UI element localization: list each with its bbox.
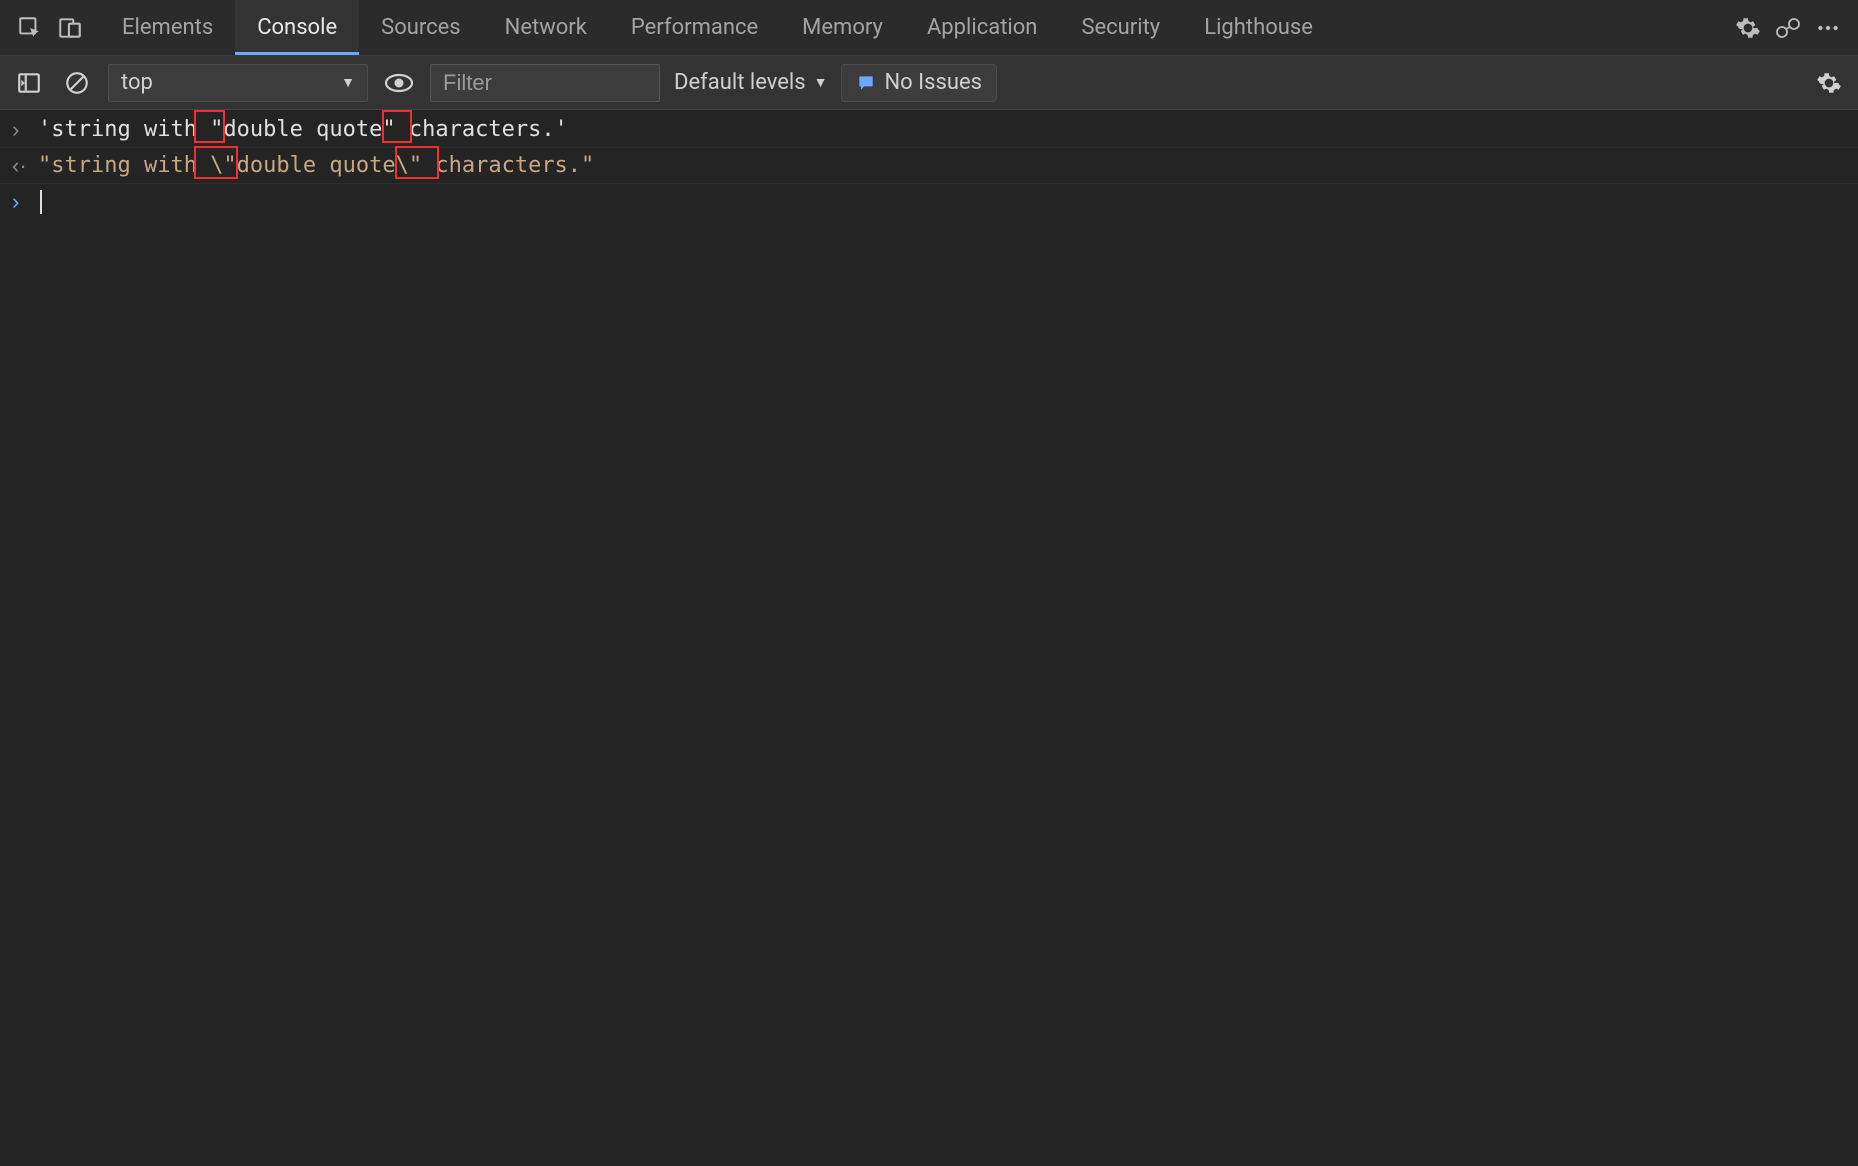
annotation-highlight — [194, 110, 224, 143]
console-output-row: ‹· "string with \"double quote\" charact… — [0, 148, 1858, 184]
tab-sources[interactable]: Sources — [359, 0, 483, 55]
output-arrow-icon: ‹· — [12, 149, 38, 182]
live-expression-icon[interactable] — [382, 66, 416, 100]
console-output-text: "string with \"double quote\" characters… — [38, 149, 594, 182]
console-settings-gear-icon[interactable] — [1812, 66, 1846, 100]
annotation-highlight — [194, 146, 238, 179]
filter-input[interactable] — [430, 64, 660, 102]
devtools-tabs: Elements Console Sources Network Perform… — [100, 0, 1335, 55]
devtools-tabbar: Elements Console Sources Network Perform… — [0, 0, 1858, 56]
tab-console[interactable]: Console — [235, 0, 359, 55]
execution-context-value: top — [121, 70, 153, 95]
clear-console-icon[interactable] — [60, 66, 94, 100]
console-prompt-input[interactable] — [38, 185, 42, 218]
input-chevron-icon: › — [12, 113, 38, 146]
execution-context-select[interactable]: top ▼ — [108, 64, 368, 102]
issues-button[interactable]: No Issues — [841, 64, 997, 102]
console-prompt-row[interactable]: › — [0, 184, 1858, 219]
more-menu-icon[interactable] — [1808, 8, 1848, 48]
console-output: › 'string with "double quote" characters… — [0, 110, 1858, 219]
tab-network[interactable]: Network — [483, 0, 609, 55]
issues-icon — [856, 73, 876, 93]
console-input-row: › 'string with "double quote" characters… — [0, 112, 1858, 148]
tab-security[interactable]: Security — [1059, 0, 1182, 55]
text-cursor — [40, 190, 42, 214]
chevron-down-icon: ▼ — [341, 74, 355, 91]
prompt-chevron-icon: › — [12, 185, 38, 218]
log-levels-select[interactable]: Default levels ▼ — [674, 70, 827, 95]
sidebar-toggle-icon[interactable] — [12, 66, 46, 100]
activity-icon[interactable] — [1768, 8, 1808, 48]
tab-performance[interactable]: Performance — [609, 0, 780, 55]
annotation-highlight — [382, 110, 412, 143]
tab-application[interactable]: Application — [905, 0, 1059, 55]
inspect-element-icon[interactable] — [10, 8, 50, 48]
device-toolbar-icon[interactable] — [50, 8, 90, 48]
tab-elements[interactable]: Elements — [100, 0, 235, 55]
log-levels-label: Default levels — [674, 70, 806, 95]
tab-lighthouse[interactable]: Lighthouse — [1182, 0, 1335, 55]
chevron-down-icon: ▼ — [814, 74, 828, 91]
settings-gear-icon[interactable] — [1728, 8, 1768, 48]
tab-memory[interactable]: Memory — [780, 0, 905, 55]
annotation-highlight — [395, 146, 439, 179]
console-input-text: 'string with "double quote" characters.' — [38, 113, 568, 146]
issues-label: No Issues — [884, 70, 982, 95]
console-toolbar: top ▼ Default levels ▼ No Issues — [0, 56, 1858, 110]
